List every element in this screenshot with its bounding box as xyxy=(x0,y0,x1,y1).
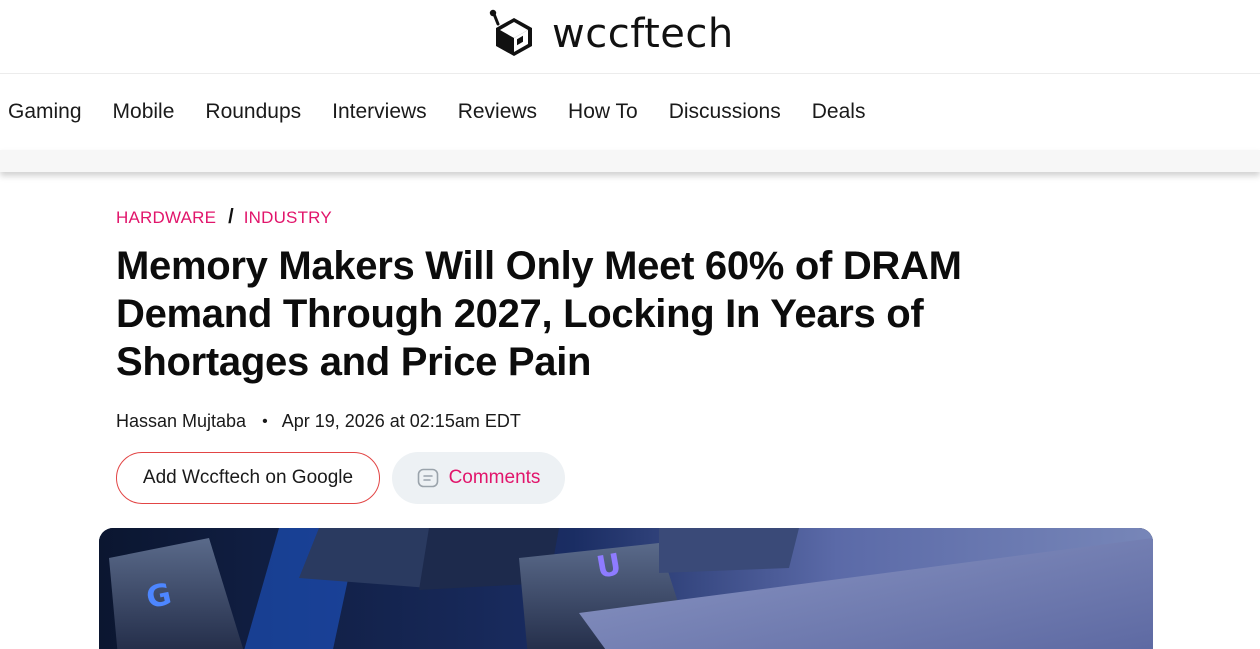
nav-item-interviews[interactable]: Interviews xyxy=(332,100,427,124)
comment-bubble-icon xyxy=(417,468,438,488)
article-actions: Add Wccftech on Google Comments xyxy=(116,452,565,504)
nav-item-discussions[interactable]: Discussions xyxy=(669,100,781,124)
breadcrumb-subcategory[interactable]: INDUSTRY xyxy=(244,208,332,228)
breadcrumb-category[interactable]: HARDWARE xyxy=(116,208,216,228)
hero-image: G U xyxy=(99,528,1153,649)
byline-separator: • xyxy=(262,412,268,430)
hero-image-keyboard: G U xyxy=(99,528,1153,649)
article-title: Memory Makers Will Only Meet 60% of DRAM… xyxy=(116,244,962,384)
site-name: wccftech xyxy=(552,11,734,57)
nav-item-gaming[interactable]: Gaming xyxy=(8,100,82,124)
nav-item-deals[interactable]: Deals xyxy=(812,100,866,124)
subnav-strip xyxy=(0,150,1260,172)
nav-list: Gaming Mobile Roundups Interviews Review… xyxy=(0,74,888,150)
site-header: wccftech xyxy=(0,0,1260,74)
article-byline: Hassan Mujtaba • Apr 19, 2026 at 02:15am… xyxy=(116,411,521,432)
main-navigation: Gaming Mobile Roundups Interviews Review… xyxy=(0,74,1260,150)
add-wccftech-on-google-button[interactable]: Add Wccftech on Google xyxy=(116,452,380,504)
nav-item-mobile[interactable]: Mobile xyxy=(113,100,175,124)
nav-item-how-to[interactable]: How To xyxy=(568,100,638,124)
breadcrumb-separator: / xyxy=(228,206,234,228)
author-name[interactable]: Hassan Mujtaba xyxy=(116,411,246,432)
wccftech-robot-logo-icon xyxy=(489,9,532,56)
nav-item-roundups[interactable]: Roundups xyxy=(205,100,301,124)
comments-label: Comments xyxy=(448,467,541,488)
comments-button[interactable]: Comments xyxy=(392,452,565,504)
nav-item-reviews[interactable]: Reviews xyxy=(458,100,537,124)
publish-date: Apr 19, 2026 at 02:15am EDT xyxy=(281,411,521,431)
site-logo[interactable]: wccftech xyxy=(488,8,734,60)
breadcrumb: HARDWARE / INDUSTRY xyxy=(116,206,332,229)
